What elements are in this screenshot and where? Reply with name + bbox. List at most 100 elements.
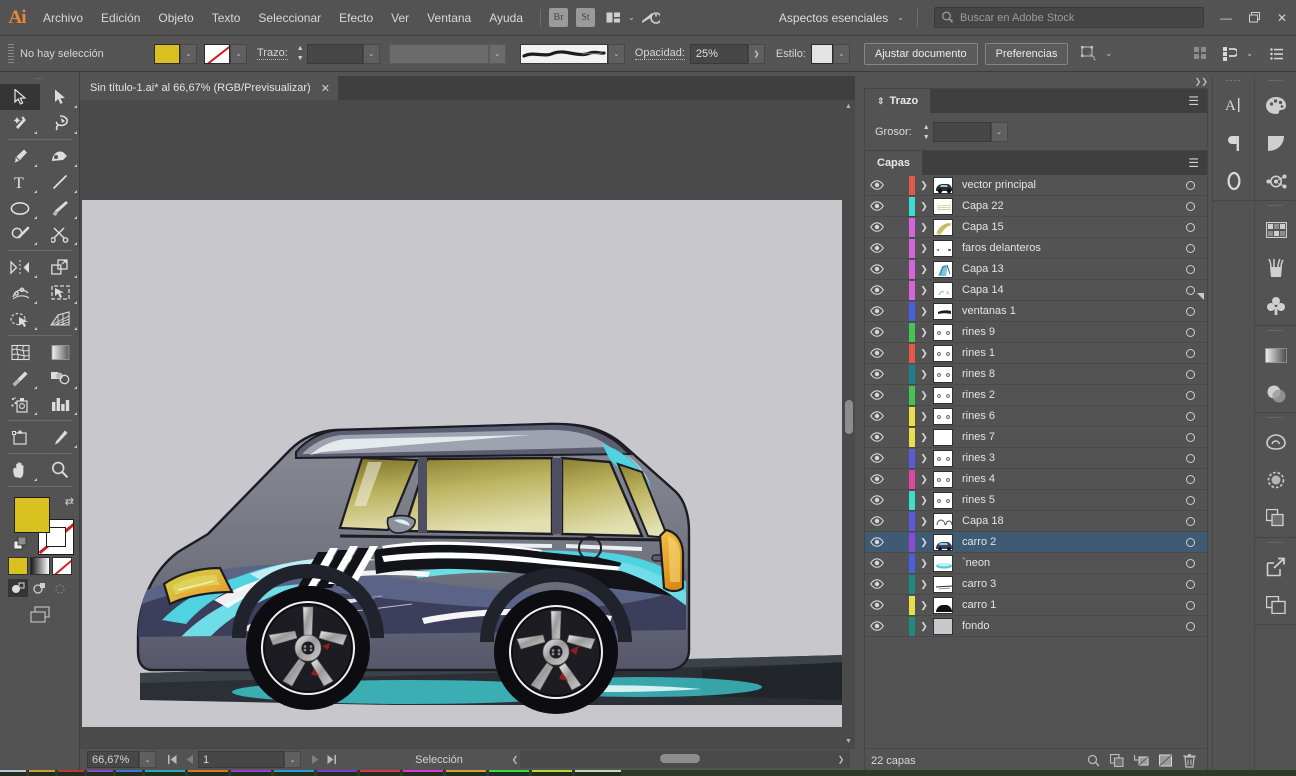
- menu-archivo[interactable]: Archivo: [34, 0, 92, 36]
- taskbar-item[interactable]: [0, 770, 26, 776]
- layer-row[interactable]: ❯faros delanteros: [865, 238, 1207, 259]
- layer-visibility-icon[interactable]: [865, 579, 889, 589]
- layer-expand-chevron-icon[interactable]: ❯: [915, 369, 933, 380]
- layer-target-indicator[interactable]: [1173, 391, 1207, 400]
- hscroll-left-icon[interactable]: ❮: [508, 752, 522, 766]
- layer-expand-chevron-icon[interactable]: ❯: [915, 222, 933, 233]
- next-artboard-icon[interactable]: [306, 751, 323, 769]
- layer-target-indicator[interactable]: [1173, 433, 1207, 442]
- layer-row[interactable]: ❯rines 7: [865, 427, 1207, 448]
- layer-expand-chevron-icon[interactable]: ❯: [915, 180, 933, 191]
- layer-expand-chevron-icon[interactable]: ❯: [915, 537, 933, 548]
- taskbar-item[interactable]: [87, 770, 113, 776]
- layer-name[interactable]: rines 6: [953, 410, 1173, 422]
- layer-name[interactable]: Capa 15: [953, 221, 1173, 233]
- brush-definition-preview[interactable]: [520, 44, 608, 64]
- taskbar-item[interactable]: [403, 770, 443, 776]
- last-artboard-icon[interactable]: [323, 751, 340, 769]
- adobe-stock-search[interactable]: Buscar en Adobe Stock: [934, 7, 1204, 28]
- control-bar-grip[interactable]: [8, 44, 14, 64]
- layer-visibility-icon[interactable]: [865, 432, 889, 442]
- rail-left-grip[interactable]: ⋯⋯: [1213, 76, 1254, 86]
- layer-visibility-icon[interactable]: [865, 180, 889, 190]
- adjust-document-button[interactable]: Ajustar documento: [864, 43, 978, 65]
- width-tool[interactable]: [0, 280, 40, 306]
- layer-expand-chevron-icon[interactable]: ❯: [915, 306, 933, 317]
- layer-name[interactable]: carro 1: [953, 599, 1173, 611]
- style-chevron-icon[interactable]: ⌄: [833, 44, 850, 64]
- layer-visibility-icon[interactable]: [865, 516, 889, 526]
- swatches-icon[interactable]: [1255, 211, 1296, 249]
- layer-visibility-icon[interactable]: [865, 474, 889, 484]
- gradient-icon[interactable]: [1255, 336, 1296, 374]
- transform-reference-icon[interactable]: [1078, 43, 1100, 65]
- color-swatch-mode[interactable]: [8, 557, 28, 575]
- layer-target-indicator[interactable]: [1173, 496, 1207, 505]
- layer-row[interactable]: ❯rines 8: [865, 364, 1207, 385]
- layer-visibility-icon[interactable]: [865, 264, 889, 274]
- layer-name[interactable]: vector principal: [953, 179, 1173, 191]
- layer-row[interactable]: ❯ Capa 15: [865, 217, 1207, 238]
- artboard-tool[interactable]: [0, 424, 40, 450]
- stroke-weight-chevron-icon[interactable]: ⌄: [363, 44, 380, 64]
- layer-target-indicator[interactable]: [1173, 223, 1207, 232]
- layer-expand-chevron-icon[interactable]: ❯: [915, 327, 933, 338]
- scroll-down-icon[interactable]: ▼: [842, 735, 855, 748]
- swap-fill-stroke-icon[interactable]: ⇄: [65, 495, 74, 508]
- default-fill-stroke-icon[interactable]: [14, 537, 28, 551]
- align-chevron-icon[interactable]: ⌄: [1241, 49, 1258, 58]
- layer-expand-chevron-icon[interactable]: ❯: [915, 348, 933, 359]
- creative-cloud-icon[interactable]: [1255, 423, 1296, 461]
- menu-seleccionar[interactable]: Seleccionar: [249, 0, 330, 36]
- pathfinder-icon[interactable]: [1255, 499, 1296, 537]
- layer-visibility-icon[interactable]: [865, 453, 889, 463]
- layer-expand-chevron-icon[interactable]: ❯: [915, 516, 933, 527]
- layer-visibility-icon[interactable]: [865, 600, 889, 610]
- layer-row[interactable]: ❯Capa 22: [865, 196, 1207, 217]
- direct-selection-tool[interactable]: [40, 84, 80, 110]
- create-new-layer-icon[interactable]: [1153, 750, 1177, 772]
- create-new-sublayer-icon[interactable]: [1129, 750, 1153, 772]
- first-artboard-icon[interactable]: [164, 751, 181, 769]
- taskbar-item[interactable]: [575, 770, 621, 776]
- stroke-weight-panel-chevron-icon[interactable]: ⌄: [991, 122, 1008, 142]
- stock-button[interactable]: St: [576, 8, 595, 27]
- layer-target-indicator[interactable]: [1173, 328, 1207, 337]
- align-object-icon[interactable]: [1219, 43, 1241, 65]
- opentype-icon[interactable]: [1213, 162, 1255, 200]
- scroll-up-icon[interactable]: ▲: [842, 100, 855, 113]
- line-segment-tool[interactable]: [40, 169, 80, 195]
- layer-visibility-icon[interactable]: [865, 327, 889, 337]
- layer-visibility-icon[interactable]: [865, 369, 889, 379]
- menu-ventana[interactable]: Ventana: [418, 0, 480, 36]
- layer-row[interactable]: ❯ventanas 1: [865, 301, 1207, 322]
- blend-tool[interactable]: [40, 365, 80, 391]
- stroke-color-swatch[interactable]: [204, 44, 230, 64]
- menu-ayuda[interactable]: Ayuda: [480, 0, 532, 36]
- taskbar-item[interactable]: [532, 770, 572, 776]
- layer-target-indicator[interactable]: [1173, 580, 1207, 589]
- arrange-documents-icon[interactable]: [603, 8, 623, 28]
- draw-inside-icon[interactable]: [50, 579, 70, 597]
- draw-normal-icon[interactable]: [8, 579, 28, 597]
- layer-target-indicator[interactable]: [1173, 202, 1207, 211]
- layer-name[interactable]: Capa 18: [953, 515, 1173, 527]
- layer-expand-chevron-icon[interactable]: ❯: [915, 558, 933, 569]
- document-tab[interactable]: Sin título-1.ai* al 66,67% (RGB/Previsua…: [80, 76, 338, 100]
- fill-swatch-large[interactable]: [14, 497, 50, 533]
- layer-name[interactable]: Capa 14: [953, 284, 1173, 296]
- horizontal-scroll-thumb[interactable]: [660, 754, 700, 763]
- taskbar-item[interactable]: [446, 770, 486, 776]
- taskbar-item[interactable]: [360, 770, 400, 776]
- ellipse-tool[interactable]: [0, 195, 40, 221]
- free-transform-tool[interactable]: [40, 280, 80, 306]
- recolor-artwork-icon[interactable]: [1255, 162, 1296, 200]
- taskbar-item[interactable]: [116, 770, 142, 776]
- brushes-icon[interactable]: [1255, 249, 1296, 287]
- rail-right-grip-5[interactable]: ⋯⋯: [1255, 538, 1296, 548]
- character-icon[interactable]: A: [1213, 86, 1255, 124]
- variable-width-profile[interactable]: [389, 44, 489, 64]
- layer-target-indicator[interactable]: [1173, 181, 1207, 190]
- layer-target-indicator[interactable]: [1173, 307, 1207, 316]
- paintbrush-tool[interactable]: [40, 195, 80, 221]
